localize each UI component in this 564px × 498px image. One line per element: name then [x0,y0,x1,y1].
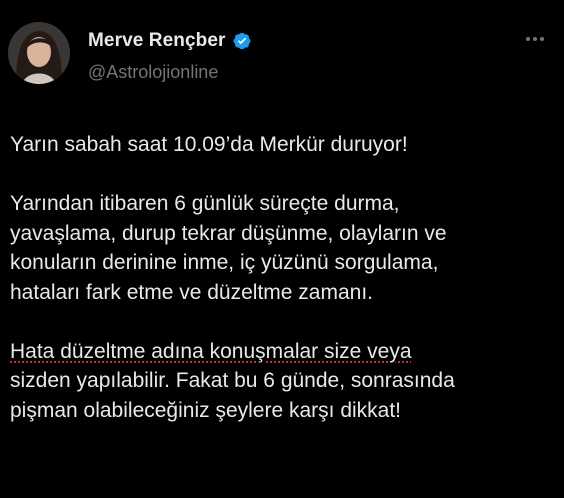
tweet-paragraph: Yarından itibaren 6 günlük süreçte durma… [10,189,550,307]
tweet-line: pişman olabileceğiniz şeylere karşı dikk… [10,398,402,422]
more-horizontal-icon[interactable] [526,34,550,44]
tweet-paragraph: Hata düzeltme adına konuşmalar size veya… [10,337,550,426]
tweet-line: hataları fark etme ve düzeltme zamanı. [10,280,373,304]
tweet-line: sizden yapılabilir. Fakat bu 6 günde, so… [10,369,455,392]
tweet-card: Merve Rençber @Astrolojionline Yarın sab… [0,0,564,498]
tweet-line: Hata düzeltme adına konuşmalar size veya [10,339,412,363]
user-handle[interactable]: @Astrolojionline [88,62,218,83]
tweet-paragraph: Yarın sabah saat 10.09’da Merkür duruyor… [10,130,550,160]
display-name[interactable]: Merve Rençber [88,30,226,52]
tweet-text: Yarın sabah saat 10.09’da Merkür duruyor… [10,130,550,425]
name-row: Merve Rençber [88,30,252,52]
avatar[interactable] [8,22,70,84]
tweet-line: yavaşlama, durup tekrar düşünme, olaylar… [10,221,447,245]
verified-badge-icon [232,31,252,51]
avatar-photo [8,22,70,84]
tweet-line: konuların derinine inme, iç yüzünü sorgu… [10,251,439,274]
tweet-line: Yarından itibaren 6 günlük süreçte durma… [10,192,400,215]
tweet-line: Yarın sabah saat 10.09’da Merkür duruyor… [10,133,408,156]
